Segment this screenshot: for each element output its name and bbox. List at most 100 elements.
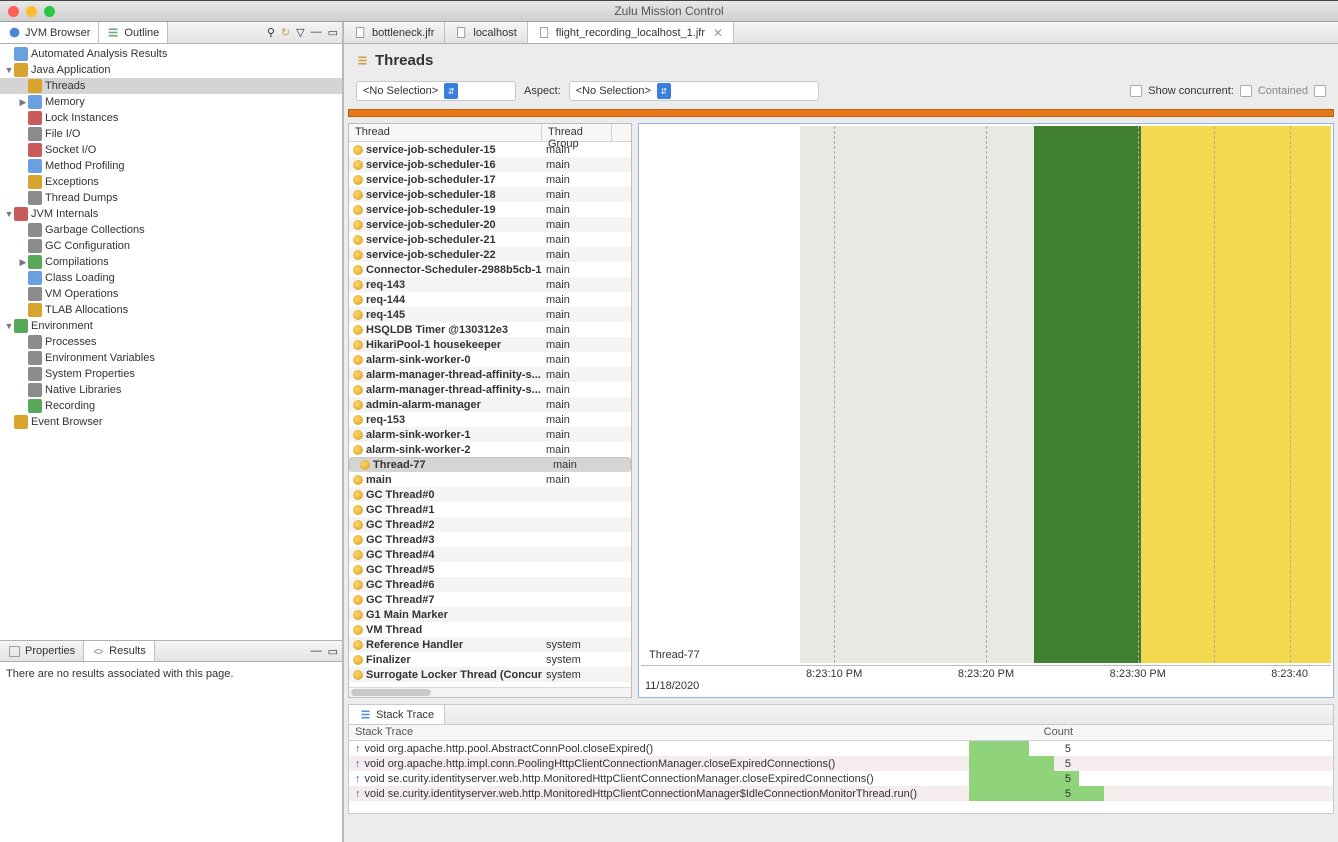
- close-window-icon[interactable]: [8, 6, 19, 17]
- selection-dropdown[interactable]: <No Selection> ⇵: [356, 81, 516, 101]
- table-row[interactable]: service-job-scheduler-17main: [349, 172, 631, 187]
- tab-properties[interactable]: Properties: [0, 641, 84, 661]
- tree-item[interactable]: VM Operations: [0, 286, 342, 302]
- table-body[interactable]: service-job-scheduler-15mainservice-job-…: [349, 142, 631, 687]
- table-row[interactable]: VM Thread: [349, 622, 631, 637]
- tree-item[interactable]: Environment Variables: [0, 350, 342, 366]
- action-icon[interactable]: —: [311, 26, 322, 39]
- twisty-icon[interactable]: ▶: [18, 257, 28, 268]
- table-row[interactable]: Surrogate Locker Thread (Concur...system: [349, 667, 631, 682]
- editor-tab[interactable]: localhost: [445, 22, 527, 43]
- table-row[interactable]: GC Thread#2: [349, 517, 631, 532]
- thread-timeline-chart[interactable]: Thread-77 11/18/2020 8:23:10 PM8:23:20 P…: [638, 123, 1334, 698]
- tree-item[interactable]: File I/O: [0, 126, 342, 142]
- tab-stack-trace[interactable]: Stack Trace: [349, 705, 445, 724]
- tab-jvm-browser[interactable]: JVM Browser: [0, 22, 99, 43]
- table-row[interactable]: service-job-scheduler-18main: [349, 187, 631, 202]
- tab-results[interactable]: Results: [84, 641, 155, 661]
- editor-tab[interactable]: bottleneck.jfr: [344, 22, 445, 43]
- action-icon[interactable]: ▭: [328, 645, 338, 658]
- stack-body[interactable]: ↑void org.apache.http.pool.AbstractConnP…: [349, 741, 1333, 813]
- tree-item[interactable]: Native Libraries: [0, 382, 342, 398]
- tab-outline[interactable]: Outline: [99, 22, 168, 43]
- col-count[interactable]: Count: [969, 725, 1079, 740]
- stack-row[interactable]: ↑void se.curity.identityserver.web.http.…: [349, 786, 1333, 801]
- table-row[interactable]: GC Thread#1: [349, 502, 631, 517]
- table-row[interactable]: service-job-scheduler-22main: [349, 247, 631, 262]
- table-row[interactable]: Reference Handlersystem: [349, 637, 631, 652]
- table-row[interactable]: HSQLDB Timer @130312e3main: [349, 322, 631, 337]
- table-row[interactable]: GC Thread#0: [349, 487, 631, 502]
- tree-item[interactable]: Method Profiling: [0, 158, 342, 174]
- action-icon[interactable]: ▭: [328, 26, 338, 39]
- tree-item[interactable]: Recording: [0, 398, 342, 414]
- tree-item[interactable]: Exceptions: [0, 174, 342, 190]
- tree-item[interactable]: ▼Java Application: [0, 62, 342, 78]
- tree-item[interactable]: Processes: [0, 334, 342, 350]
- table-row[interactable]: req-145main: [349, 307, 631, 322]
- table-row[interactable]: HikariPool-1 housekeepermain: [349, 337, 631, 352]
- table-row[interactable]: service-job-scheduler-15main: [349, 142, 631, 157]
- table-row[interactable]: alarm-manager-thread-affinity-s...main: [349, 367, 631, 382]
- table-row[interactable]: service-job-scheduler-19main: [349, 202, 631, 217]
- table-row[interactable]: alarm-sink-worker-1main: [349, 427, 631, 442]
- table-row[interactable]: req-143main: [349, 277, 631, 292]
- table-row[interactable]: GC Thread#6: [349, 577, 631, 592]
- tree-item[interactable]: Class Loading: [0, 270, 342, 286]
- table-row[interactable]: GC Thread#5: [349, 562, 631, 577]
- twisty-icon[interactable]: ▼: [4, 209, 14, 219]
- tree-item[interactable]: Event Browser: [0, 414, 342, 430]
- table-row[interactable]: alarm-manager-thread-affinity-s...main: [349, 382, 631, 397]
- table-row[interactable]: GC Thread#4: [349, 547, 631, 562]
- table-row[interactable]: req-153main: [349, 412, 631, 427]
- table-row[interactable]: G1 Main Marker: [349, 607, 631, 622]
- twisty-icon[interactable]: ▼: [4, 321, 14, 331]
- horizontal-scrollbar[interactable]: [349, 687, 631, 697]
- stack-row[interactable]: ↑void org.apache.http.pool.AbstractConnP…: [349, 741, 1333, 756]
- minimize-window-icon[interactable]: [26, 6, 37, 17]
- tree-item[interactable]: Thread Dumps: [0, 190, 342, 206]
- table-row[interactable]: req-144main: [349, 292, 631, 307]
- table-row[interactable]: Finalizersystem: [349, 652, 631, 667]
- table-row[interactable]: alarm-sink-worker-0main: [349, 352, 631, 367]
- tree-item[interactable]: System Properties: [0, 366, 342, 382]
- twisty-icon[interactable]: ▶: [18, 97, 28, 108]
- tree-item[interactable]: Automated Analysis Results: [0, 46, 342, 62]
- col-thread[interactable]: Thread: [349, 124, 542, 141]
- aspect-dropdown[interactable]: <No Selection> ⇵: [569, 81, 819, 101]
- col-stack-trace[interactable]: Stack Trace: [349, 725, 969, 740]
- maximize-window-icon[interactable]: [44, 6, 55, 17]
- show-concurrent-checkbox[interactable]: [1130, 85, 1142, 97]
- stack-row[interactable]: ↑void se.curity.identityserver.web.http.…: [349, 771, 1333, 786]
- action-icon[interactable]: ▽: [296, 26, 304, 39]
- tree-item[interactable]: TLAB Allocations: [0, 302, 342, 318]
- table-row[interactable]: GC Thread#7: [349, 592, 631, 607]
- tree-item[interactable]: Socket I/O: [0, 142, 342, 158]
- tree-item[interactable]: Threads: [0, 78, 342, 94]
- table-row[interactable]: Connector-Scheduler-2988b5cb-1main: [349, 262, 631, 277]
- col-thread-group[interactable]: Thread Group: [542, 124, 612, 141]
- action-icon[interactable]: ↻: [281, 26, 290, 39]
- table-row[interactable]: service-job-scheduler-16main: [349, 157, 631, 172]
- table-row[interactable]: service-job-scheduler-20main: [349, 217, 631, 232]
- table-row[interactable]: alarm-sink-worker-2main: [349, 442, 631, 457]
- close-tab-icon[interactable]: ✕: [713, 26, 723, 40]
- table-row[interactable]: Thread-77main: [349, 457, 631, 472]
- tree-item[interactable]: ▼Environment: [0, 318, 342, 334]
- contained-checkbox[interactable]: [1240, 85, 1252, 97]
- table-row[interactable]: service-job-scheduler-21main: [349, 232, 631, 247]
- table-row[interactable]: GC Thread#3: [349, 532, 631, 547]
- outline-tree[interactable]: Automated Analysis Results▼Java Applicat…: [0, 44, 342, 640]
- stack-row[interactable]: ↑void org.apache.http.impl.conn.PoolingH…: [349, 756, 1333, 771]
- table-row[interactable]: mainmain: [349, 472, 631, 487]
- tree-item[interactable]: ▶Memory: [0, 94, 342, 110]
- tree-item[interactable]: Lock Instances: [0, 110, 342, 126]
- tree-item[interactable]: ▼JVM Internals: [0, 206, 342, 222]
- timeline-overview[interactable]: [348, 109, 1334, 117]
- extra-checkbox[interactable]: [1314, 85, 1326, 97]
- editor-tab[interactable]: flight_recording_localhost_1.jfr✕: [528, 22, 734, 43]
- action-icon[interactable]: ⚲: [267, 26, 275, 39]
- twisty-icon[interactable]: ▼: [4, 65, 14, 75]
- action-icon[interactable]: —: [311, 645, 322, 658]
- tree-item[interactable]: ▶Compilations: [0, 254, 342, 270]
